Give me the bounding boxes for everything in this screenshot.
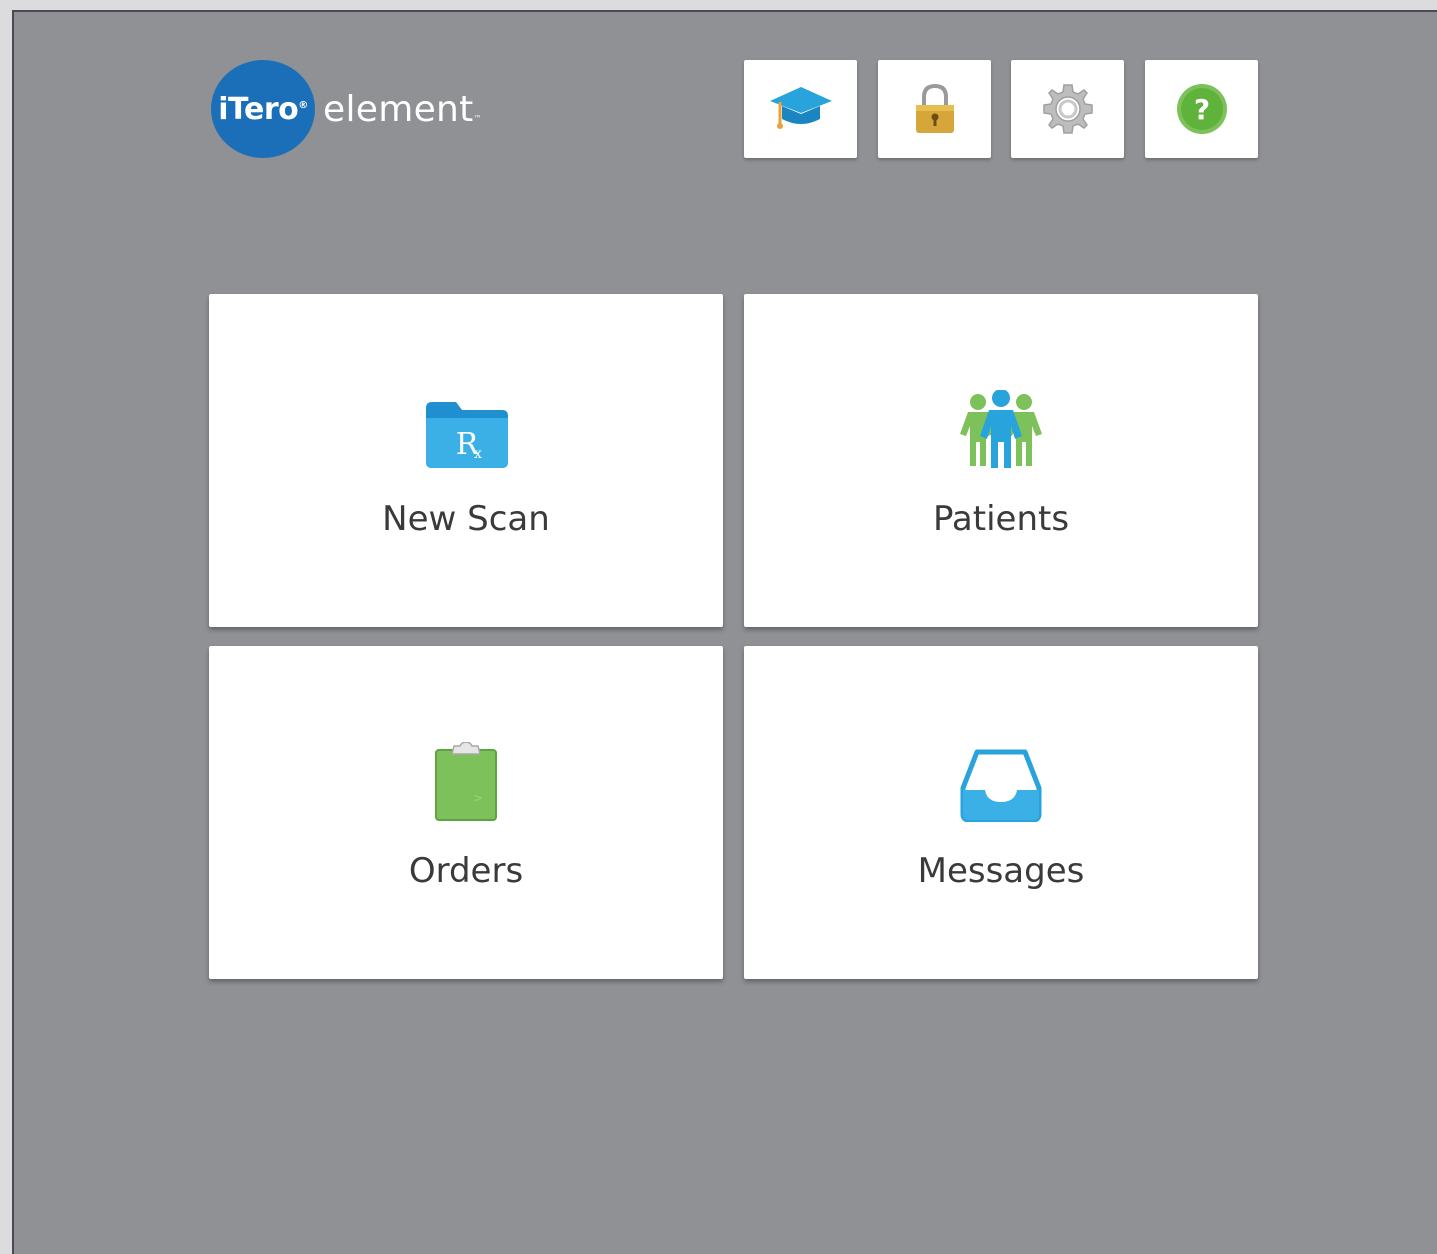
orders-tile[interactable]: > Orders	[209, 646, 723, 979]
lock-button[interactable]	[878, 60, 991, 158]
rx-folder-icon: R x	[426, 402, 508, 468]
new-scan-tile[interactable]: R x New Scan	[209, 294, 723, 627]
patients-tile[interactable]: Patients	[744, 294, 1258, 627]
graduation-cap-icon	[769, 87, 832, 129]
logo-product: element™	[323, 88, 482, 130]
svg-text:x: x	[474, 446, 482, 462]
logo-brand: iTero	[218, 91, 299, 127]
app-frame: iTero ® element™ ? R x New Scan Patients…	[12, 10, 1437, 1254]
learning-center-button[interactable]	[744, 60, 857, 158]
lock-icon	[915, 83, 954, 133]
svg-text:?: ?	[1193, 93, 1209, 126]
patients-label: Patients	[932, 499, 1070, 539]
people-icon	[960, 390, 1042, 468]
orders-icon-wrap: >	[209, 742, 723, 822]
gear-icon	[1042, 84, 1093, 134]
logo-badge: iTero ®	[211, 60, 315, 158]
messages-icon-wrap	[744, 742, 1258, 822]
inbox-tray-icon	[960, 749, 1042, 822]
orders-label: Orders	[408, 851, 524, 891]
logo-product-text: element	[323, 88, 474, 130]
messages-tile[interactable]: Messages	[744, 646, 1258, 979]
new-scan-label: New Scan	[382, 499, 550, 539]
itero-element-logo: iTero ® element™	[211, 60, 482, 158]
clipboard-icon: >	[435, 742, 497, 821]
new-scan-icon-wrap: R x	[209, 390, 723, 470]
help-icon: ?	[1176, 84, 1227, 134]
help-button[interactable]: ?	[1145, 60, 1258, 158]
svg-text:>: >	[473, 791, 483, 805]
messages-label: Messages	[917, 851, 1085, 891]
patients-icon-wrap	[744, 390, 1258, 470]
settings-button[interactable]	[1011, 60, 1124, 158]
